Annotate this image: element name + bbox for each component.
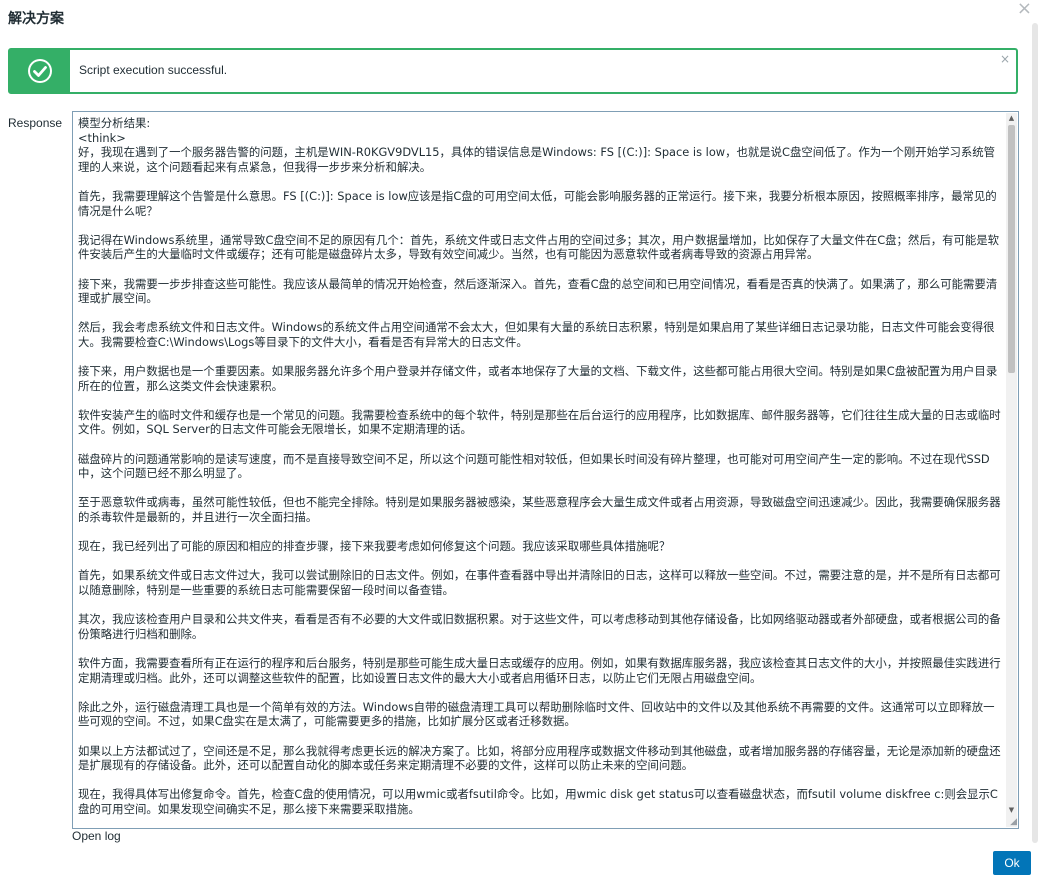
ok-button[interactable]: Ok	[993, 851, 1031, 875]
scroll-down-icon[interactable]: ▼	[1006, 805, 1017, 816]
resize-grip-icon[interactable]: ◢	[1007, 817, 1017, 827]
alert-icon-box	[10, 50, 70, 92]
alert-close-button[interactable]: ×	[1000, 52, 1010, 66]
open-log-link[interactable]: Open log	[72, 829, 121, 843]
alert-message: Script execution successful.	[79, 63, 228, 77]
check-circle-icon	[27, 58, 53, 84]
dialog-scroll-thumb[interactable]	[1032, 23, 1038, 843]
dialog-scrollbar[interactable]	[1030, 23, 1040, 843]
scroll-up-icon[interactable]: ▲	[1006, 113, 1017, 124]
dialog-close-button[interactable]: ×	[1017, 0, 1032, 18]
dialog-title: 解决方案	[8, 11, 64, 27]
response-label: Response	[8, 116, 63, 130]
response-textarea[interactable]: 模型分析结果: <think> 好，我现在遇到了一个服务器告警的问题，主机是WI…	[72, 111, 1019, 829]
scroll-thumb[interactable]	[1008, 125, 1015, 373]
success-alert: Script execution successful. ×	[8, 48, 1018, 94]
response-text: 模型分析结果: <think> 好，我现在遇到了一个服务器告警的问题，主机是WI…	[78, 116, 1001, 816]
response-scrollbar[interactable]: ▲ ▼	[1006, 113, 1017, 827]
